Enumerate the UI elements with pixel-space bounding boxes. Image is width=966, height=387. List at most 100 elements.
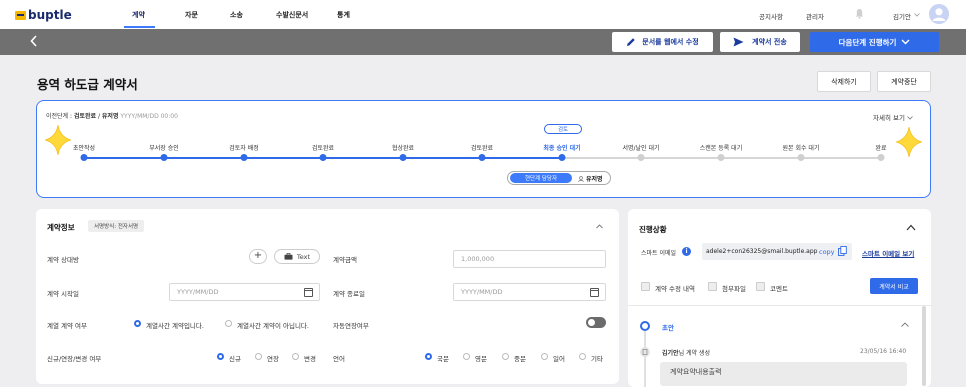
smart-email-label: 스마트 이메일 bbox=[641, 250, 677, 257]
detail-toggle[interactable]: 자세히 보기 bbox=[873, 112, 913, 122]
start-date-label: 계약 시작일 bbox=[47, 290, 79, 298]
edit-on-web-button[interactable]: 문서를 웹에서 수정 bbox=[612, 32, 713, 52]
progress-step-dot bbox=[80, 154, 88, 161]
affiliate-yes-radio[interactable] bbox=[134, 320, 141, 327]
progress-step-dot bbox=[637, 154, 645, 161]
person-icon bbox=[578, 175, 584, 182]
previous-stage-line: 이전단계 : 검토완료 / 유저명 YYYY/MM/DD 00:00 bbox=[46, 111, 178, 120]
lang-korean-label: 국문 bbox=[437, 355, 449, 363]
progress-step-dot bbox=[240, 154, 248, 161]
progress-step-dot bbox=[717, 154, 725, 161]
avatar[interactable] bbox=[929, 4, 949, 24]
add-party-button[interactable]: + bbox=[249, 249, 267, 264]
nav-item-contract[interactable]: 계약 bbox=[132, 10, 145, 20]
progress-step-label: 초안작성 bbox=[72, 145, 96, 152]
progress-step-label: 최종 승인 대기 bbox=[543, 145, 581, 152]
filter-attachments-checkbox[interactable] bbox=[708, 282, 717, 291]
filter-edit-history-label: 계약 수정 내역 bbox=[655, 285, 696, 293]
info-icon[interactable]: i bbox=[682, 247, 691, 256]
affiliate-no-radio[interactable] bbox=[225, 320, 232, 327]
delete-button[interactable]: 삭제하기 bbox=[817, 71, 871, 92]
calendar-icon[interactable] bbox=[590, 288, 599, 297]
start-date-input[interactable]: YYYY/MM/DD bbox=[169, 283, 320, 301]
nav-active-indicator bbox=[124, 26, 155, 28]
plus-icon: + bbox=[253, 250, 263, 261]
buptle-logo[interactable]: buptle bbox=[15, 8, 72, 22]
timeline-stage-dot bbox=[640, 321, 650, 331]
compare-contract-button[interactable]: 계약서 비교 bbox=[870, 278, 918, 294]
end-date-input[interactable]: YYYY/MM/DD bbox=[453, 283, 606, 301]
copy-button[interactable]: copy bbox=[819, 248, 835, 256]
stop-contract-button[interactable]: 계약중단 bbox=[877, 71, 931, 92]
user-name[interactable]: 김기안 bbox=[893, 11, 911, 21]
filter-comments-checkbox[interactable] bbox=[756, 282, 765, 291]
lang-other-radio[interactable] bbox=[579, 353, 586, 360]
collapse-chevron-icon[interactable] bbox=[596, 224, 603, 229]
chevron-down-icon bbox=[907, 116, 913, 120]
affiliate-label: 계열 계약 여부 bbox=[47, 322, 88, 330]
lang-japanese-label: 일어 bbox=[553, 355, 565, 363]
collapse-chevron-icon[interactable] bbox=[906, 224, 916, 231]
auto-renew-toggle[interactable] bbox=[586, 317, 606, 328]
collapse-chevron-icon[interactable] bbox=[901, 322, 909, 327]
previous-stage-person: 유저명 bbox=[101, 113, 119, 120]
amount-input[interactable]: 1,000,000 bbox=[453, 250, 606, 268]
sparkle-left-icon bbox=[45, 125, 71, 155]
timeline-event-time: 23/05/16 16:40 bbox=[860, 348, 907, 355]
type-new-radio[interactable] bbox=[217, 353, 224, 360]
progress-step-label: 원본 회수 대기 bbox=[782, 145, 820, 152]
lang-chinese-label: 중문 bbox=[514, 355, 526, 363]
progress-step-dot bbox=[558, 154, 566, 161]
type-change-label: 변경 bbox=[304, 355, 316, 363]
nav-item-litigation[interactable]: 소송 bbox=[230, 10, 243, 20]
lang-chinese-radio[interactable] bbox=[502, 353, 509, 360]
progress-step-label: 완료 bbox=[875, 145, 887, 152]
copy-icon[interactable] bbox=[838, 246, 847, 256]
nav-item-advice[interactable]: 자문 bbox=[185, 10, 198, 20]
lang-korean-radio[interactable] bbox=[425, 353, 432, 360]
admin-link[interactable]: 관리자 bbox=[806, 11, 824, 21]
amount-label: 계약금액 bbox=[333, 256, 357, 264]
progress-step-dot bbox=[877, 154, 885, 161]
timeline-event-text: 님 계약 생성 bbox=[678, 350, 710, 357]
notice-link[interactable]: 공지사항 bbox=[759, 11, 783, 21]
type-extend-radio[interactable] bbox=[255, 353, 262, 360]
logo-mark-icon bbox=[15, 10, 26, 20]
progress-step-dot bbox=[399, 154, 407, 161]
divider bbox=[628, 305, 931, 306]
progress-step-label: 검토완료 bbox=[311, 145, 335, 152]
contract-type-label: 신규/연장/변경 여부 bbox=[47, 355, 102, 363]
filter-edit-history-checkbox[interactable] bbox=[641, 282, 650, 291]
back-arrow-icon[interactable] bbox=[29, 35, 39, 47]
bell-icon[interactable] bbox=[855, 8, 864, 19]
user-menu-chevron-icon[interactable] bbox=[914, 13, 920, 17]
progress-step-label: 협상완료 bbox=[391, 145, 415, 152]
review-pill: 검토 bbox=[544, 124, 582, 134]
send-contract-button[interactable]: 계약서 전송 bbox=[720, 32, 800, 52]
progress-step-label: 스캔본 등록 대기 bbox=[699, 145, 743, 152]
logo-text: buptle bbox=[28, 8, 72, 22]
lang-english-radio[interactable] bbox=[463, 353, 470, 360]
lang-japanese-radio[interactable] bbox=[541, 353, 548, 360]
status-scrollbar[interactable] bbox=[922, 306, 926, 386]
progress-step-dot bbox=[797, 154, 805, 161]
next-step-button[interactable]: 다음단계 진행하기 bbox=[810, 32, 939, 52]
send-icon bbox=[733, 37, 744, 47]
document-icon bbox=[640, 347, 650, 357]
progress-step-dot bbox=[319, 154, 327, 161]
timeline-event-summary: 계약요약내용출력 bbox=[660, 362, 907, 386]
status-title: 진행상황 bbox=[639, 225, 667, 234]
lang-english-label: 영문 bbox=[475, 355, 487, 363]
progress-step-label: 검토완료 bbox=[470, 145, 494, 152]
type-change-radio[interactable] bbox=[292, 353, 299, 360]
previous-stage-date: YYYY/MM/DD 00:00 bbox=[120, 113, 178, 120]
calendar-icon[interactable] bbox=[304, 288, 313, 297]
next-step-label: 다음단계 진행하기 bbox=[838, 37, 897, 47]
view-smart-email-link[interactable]: 스마트 이메일 보기 bbox=[862, 248, 914, 258]
end-date-label: 계약 종료일 bbox=[333, 290, 365, 298]
nav-item-documents[interactable]: 수발신문서 bbox=[276, 10, 308, 20]
text-button[interactable]: Text bbox=[274, 249, 320, 264]
timeline-event-user: 김기안 bbox=[662, 350, 679, 357]
nav-item-statistics[interactable]: 통계 bbox=[337, 10, 350, 20]
type-new-label: 신규 bbox=[229, 355, 241, 363]
